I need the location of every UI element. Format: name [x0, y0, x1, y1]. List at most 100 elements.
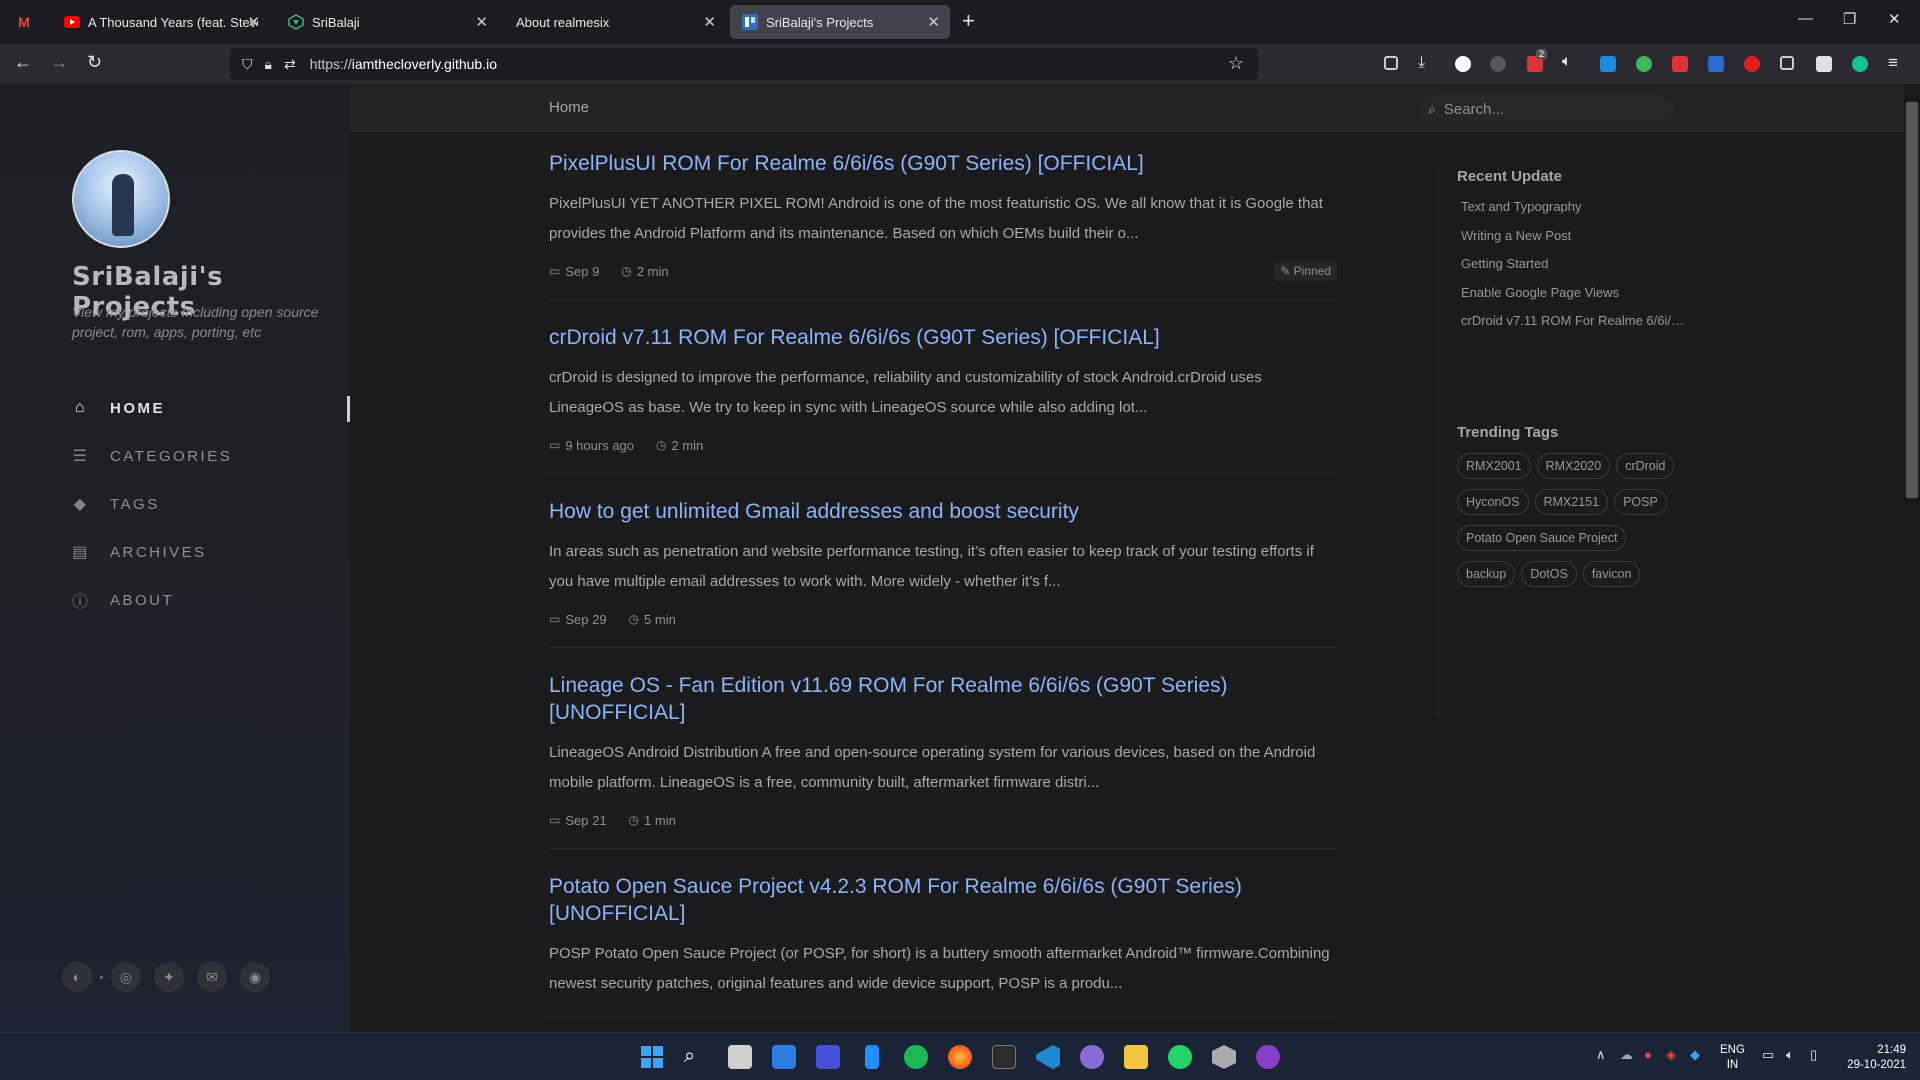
tag-chip[interactable]: RMX2001 [1457, 452, 1531, 479]
firefox-icon[interactable] [948, 1045, 972, 1069]
nav-item-categories[interactable]: ☰ CATEGORIES [72, 432, 350, 480]
nav-item-tags[interactable]: ◆ TAGS [72, 480, 350, 528]
tray-chevron-icon[interactable]: ∧ [1596, 1047, 1606, 1063]
colorful-extension-icon[interactable] [1636, 56, 1652, 72]
spotify-icon[interactable] [904, 1045, 928, 1069]
tray-defender-icon[interactable]: ◆ [1690, 1047, 1700, 1063]
file-explorer-icon[interactable] [1124, 1045, 1148, 1069]
pocket-icon[interactable] [1384, 56, 1398, 70]
post-title[interactable]: crDroid v7.11 ROM For Realme 6/6i/6s (G9… [549, 320, 1337, 351]
clock[interactable]: 21:49 29-10-2021 [1840, 1043, 1906, 1073]
widgets-icon[interactable] [772, 1045, 796, 1069]
calendar-extension-icon[interactable] [1816, 56, 1832, 72]
post-title[interactable]: Potato Open Sauce Project v4.2.3 ROM For… [549, 869, 1337, 927]
tag-chip[interactable]: favicon [1582, 560, 1641, 587]
tab-sribalaji[interactable]: SriBalaji ✕ [276, 5, 498, 39]
permissions-icon[interactable]: ⇄ [284, 56, 296, 73]
shield-icon[interactable]: ⛉ [242, 56, 253, 73]
unity-icon[interactable] [1212, 1045, 1236, 1069]
tag-chip[interactable]: Potato Open Sauce Project [1457, 524, 1627, 551]
search-box[interactable]: ⌕ [1420, 94, 1674, 124]
nav-item-about[interactable]: ⓘ ABOUT [72, 576, 350, 624]
new-tab-button[interactable]: + [962, 8, 975, 34]
address-bar[interactable]: ⛉ 🔒︎ ⇄ https://iamthecloverly.github.io … [230, 48, 1258, 80]
recent-update-link[interactable]: Getting Started [1461, 256, 1691, 285]
windows-start-icon[interactable] [640, 1045, 664, 1069]
tag-chip[interactable]: backup [1457, 560, 1516, 587]
post-card[interactable]: How to get unlimited Gmail addresses and… [549, 494, 1337, 648]
tray-cloud-icon[interactable]: ☁ [1620, 1047, 1633, 1063]
search-taskbar-icon[interactable]: ⌕ [684, 1045, 708, 1069]
tab-gmail[interactable]: M [4, 5, 46, 39]
github-icon[interactable]: ◎ [111, 962, 141, 992]
recent-update-link[interactable]: Text and Typography [1461, 199, 1691, 228]
tag-chip[interactable]: RMX2151 [1534, 488, 1609, 515]
tag-chip[interactable]: RMX2020 [1536, 452, 1611, 479]
twitter-icon[interactable]: ✦ [154, 962, 184, 992]
hand-extension-icon[interactable] [1744, 56, 1760, 72]
close-tab-icon[interactable]: ✕ [703, 13, 716, 31]
post-title[interactable]: PixelPlusUI ROM For Realme 6/6i/6s (G90T… [549, 146, 1337, 177]
email-icon[interactable]: ✉ [197, 962, 227, 992]
tag-chip[interactable]: DotOS [1521, 560, 1577, 587]
minimize-icon[interactable]: — [1798, 10, 1813, 27]
tab-about-realmesix[interactable]: About realmesix ✕ [504, 5, 726, 39]
page-scrollbar[interactable] [1904, 84, 1920, 1032]
rss-icon[interactable]: ◉ [240, 962, 270, 992]
close-tab-icon[interactable]: ✕ [475, 13, 488, 31]
grammarly-icon[interactable] [1852, 56, 1868, 72]
nav-item-archives[interactable]: ▤ ARCHIVES [72, 528, 350, 576]
forward-icon[interactable]: → [50, 52, 68, 73]
recent-update-link[interactable]: Writing a New Post [1461, 228, 1691, 257]
task-view-icon[interactable] [728, 1045, 752, 1069]
download-icon[interactable]: ⤓ [1418, 54, 1425, 72]
nav-item-home[interactable]: ⌂ HOME [72, 384, 350, 432]
post-card[interactable]: Potato Open Sauce Project v4.2.3 ROM For… [549, 869, 1337, 1018]
language-indicator[interactable]: ENG IN [1720, 1043, 1745, 1073]
phone-app-icon[interactable] [865, 1045, 879, 1069]
tag-chip[interactable]: HyconOS [1457, 488, 1529, 515]
volume-extension-icon[interactable]: 🔈︎ [1562, 53, 1572, 71]
recent-update-link[interactable]: Enable Google Page Views [1461, 285, 1691, 314]
whatsapp-icon[interactable] [1168, 1045, 1192, 1069]
s-extension-icon[interactable] [1600, 56, 1616, 72]
lastpass-icon[interactable] [1672, 56, 1688, 72]
vscode-icon[interactable] [1036, 1045, 1060, 1069]
b-extension-icon[interactable] [1455, 56, 1471, 72]
battery-icon[interactable]: ▯ [1810, 1047, 1817, 1063]
url-text[interactable]: https://iamthecloverly.github.io [310, 56, 497, 72]
terminal-icon[interactable] [992, 1045, 1016, 1069]
reload-icon[interactable]: ↻ [87, 52, 102, 73]
recent-update-link[interactable]: crDroid v7.11 ROM For Realme 6/6i/6s (G9… [1461, 313, 1691, 342]
close-tab-icon[interactable]: ✕ [927, 13, 940, 31]
post-card[interactable]: PixelPlusUI ROM For Realme 6/6i/6s (G90T… [549, 146, 1337, 300]
close-window-icon[interactable]: ✕ [1888, 10, 1901, 28]
github-desktop-icon[interactable] [1256, 1045, 1280, 1069]
post-card[interactable]: Lineage OS - Fan Edition v11.69 ROM For … [549, 668, 1337, 849]
tray-mcafee-icon[interactable]: ◈ [1666, 1047, 1676, 1063]
bookmark-star-icon[interactable]: ☆ [1228, 53, 1244, 74]
tab-youtube[interactable]: A Thousand Years (feat. Steve K ✕ [52, 5, 270, 39]
volume-icon[interactable]: 🔈︎ [1786, 1047, 1794, 1063]
post-title[interactable]: How to get unlimited Gmail addresses and… [549, 494, 1337, 525]
close-tab-icon[interactable]: ✕ [247, 13, 260, 31]
bars-extension-icon[interactable] [1780, 56, 1794, 70]
blue-extension-icon[interactable] [1708, 56, 1724, 72]
scrollbar-thumb[interactable] [1906, 102, 1918, 498]
post-title[interactable]: Lineage OS - Fan Edition v11.69 ROM For … [549, 668, 1337, 726]
menu-icon[interactable]: ≡ [1888, 53, 1898, 73]
app-icon-purple[interactable] [1080, 1045, 1104, 1069]
back-icon[interactable]: ← [14, 52, 32, 73]
network-icon[interactable]: ▭ [1762, 1047, 1774, 1063]
lock-icon[interactable]: 🔒︎ [265, 56, 272, 73]
tab-sribalaji-projects[interactable]: SriBalaji's Projects ✕ [730, 5, 950, 39]
post-card[interactable]: crDroid v7.11 ROM For Realme 6/6i/6s (G9… [549, 320, 1337, 474]
extension-icon[interactable] [1490, 56, 1506, 72]
avatar[interactable] [72, 150, 170, 248]
theme-toggle-icon[interactable]: ◐ [62, 962, 92, 992]
app-icon[interactable] [816, 1045, 840, 1069]
tray-app-icon[interactable]: ● [1644, 1047, 1652, 1062]
search-input[interactable] [1443, 100, 1644, 118]
breadcrumb[interactable]: Home [549, 99, 589, 116]
restore-icon[interactable]: ❐ [1843, 10, 1856, 28]
